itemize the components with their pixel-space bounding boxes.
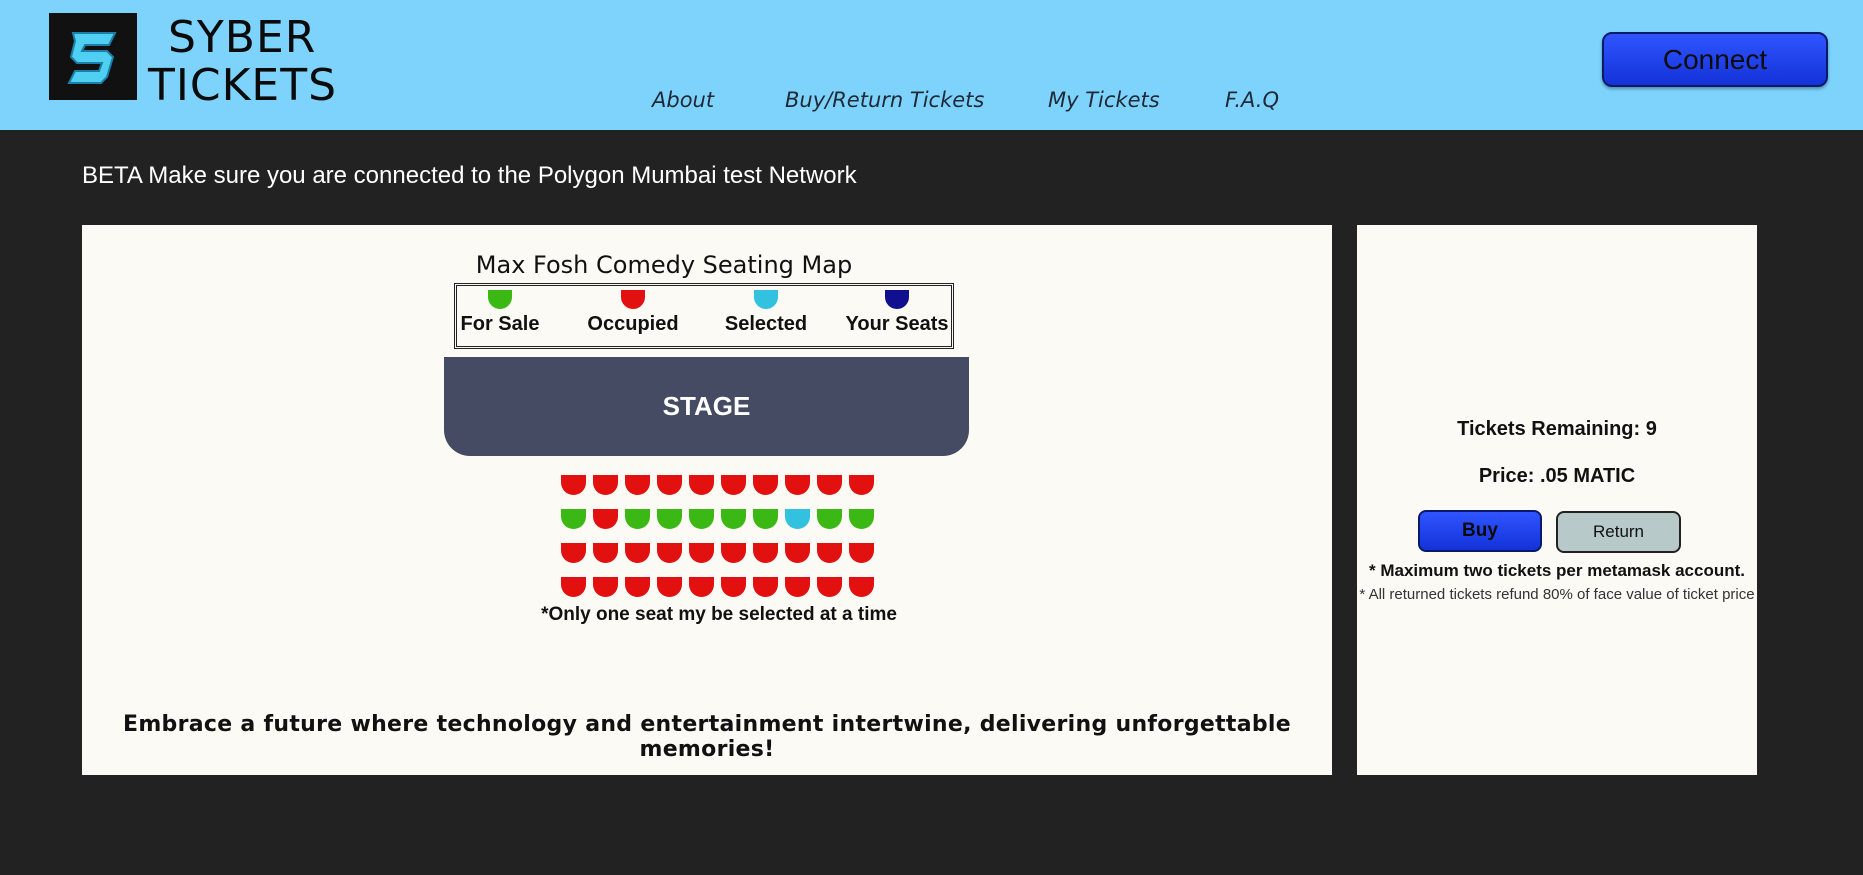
- seat-for-sale[interactable]: [689, 509, 714, 529]
- seat-occupied[interactable]: [785, 577, 810, 597]
- legend-your-seats-label: Your Seats: [845, 313, 949, 335]
- seat-legend: For Sale Occupied Selected Your Seats: [454, 283, 954, 349]
- seat-for-sale[interactable]: [721, 509, 746, 529]
- seat-occupied[interactable]: [689, 475, 714, 495]
- tagline: Embrace a future where technology and en…: [122, 712, 1291, 762]
- seating-map-title: Max Fosh Comedy Seating Map: [82, 251, 1332, 279]
- legend-your-seats-icon: [885, 290, 909, 309]
- seat-row: [561, 475, 881, 509]
- legend-selected: Selected: [720, 290, 812, 336]
- refund-note: * All returned tickets refund 80% of fac…: [1359, 586, 1755, 603]
- seat-occupied[interactable]: [657, 475, 682, 495]
- seat-row: [561, 543, 881, 577]
- seat-occupied[interactable]: [625, 475, 650, 495]
- seating-map-title-text: Max Fosh Comedy Seating Map: [475, 251, 853, 279]
- seat-selected[interactable]: [785, 509, 810, 529]
- legend-occupied-label: Occupied: [587, 313, 679, 335]
- brand-line-1: SYBER: [168, 12, 317, 63]
- seat-occupied[interactable]: [561, 543, 586, 563]
- seat-occupied[interactable]: [561, 475, 586, 495]
- seat-occupied[interactable]: [753, 577, 778, 597]
- return-button[interactable]: Return: [1556, 511, 1681, 553]
- seating-map-panel: Max Fosh Comedy Seating Map For Sale Occ…: [82, 225, 1332, 775]
- seat-occupied[interactable]: [817, 475, 842, 495]
- legend-your-seats: Your Seats: [842, 290, 952, 336]
- seat-for-sale[interactable]: [561, 509, 586, 529]
- seat-occupied[interactable]: [849, 543, 874, 563]
- seat-occupied[interactable]: [785, 475, 810, 495]
- connect-wallet-button[interactable]: Connect: [1602, 32, 1828, 87]
- legend-selected-icon: [754, 290, 778, 309]
- seat-selection-note: *Only one seat my be selected at a time: [82, 604, 1332, 626]
- max-tickets-note: * Maximum two tickets per metamask accou…: [1368, 561, 1746, 580]
- seat-occupied[interactable]: [721, 475, 746, 495]
- seat-row: [561, 509, 881, 543]
- legend-selected-label: Selected: [724, 313, 808, 335]
- seat-for-sale[interactable]: [817, 509, 842, 529]
- seat-for-sale[interactable]: [849, 509, 874, 529]
- seat-occupied[interactable]: [721, 543, 746, 563]
- legend-for-sale-icon: [488, 290, 512, 309]
- seat-occupied[interactable]: [657, 577, 682, 597]
- syber-logo-icon[interactable]: [49, 13, 137, 100]
- stage: STAGE: [444, 357, 969, 456]
- seat-occupied[interactable]: [689, 543, 714, 563]
- seat-occupied[interactable]: [817, 543, 842, 563]
- tickets-remaining: Tickets Remaining: 9: [1457, 418, 1657, 440]
- buy-button[interactable]: Buy: [1418, 510, 1542, 552]
- seat-occupied[interactable]: [625, 543, 650, 563]
- seat-occupied[interactable]: [753, 475, 778, 495]
- seat-occupied[interactable]: [593, 577, 618, 597]
- top-header: SYBER TICKETS About Buy/Return Tickets M…: [0, 0, 1863, 130]
- seat-occupied[interactable]: [849, 577, 874, 597]
- seat-occupied[interactable]: [721, 577, 746, 597]
- nav-buy-return-tickets[interactable]: Buy/Return Tickets: [785, 88, 984, 112]
- legend-for-sale-label: For Sale: [460, 313, 540, 335]
- ticket-price: Price: .05 MATIC: [1478, 465, 1636, 487]
- seat-for-sale[interactable]: [657, 509, 682, 529]
- nav-my-tickets[interactable]: My Tickets: [1048, 88, 1160, 112]
- seat-occupied[interactable]: [625, 577, 650, 597]
- seat-occupied[interactable]: [849, 475, 874, 495]
- nav-about[interactable]: About: [652, 88, 714, 112]
- beta-network-notice: BETA Make sure you are connected to the …: [82, 162, 857, 189]
- legend-occupied: Occupied: [581, 290, 685, 336]
- seat-occupied[interactable]: [689, 577, 714, 597]
- legend-for-sale: For Sale: [457, 290, 543, 336]
- nav-faq[interactable]: F.A.Q: [1225, 88, 1279, 112]
- seat-for-sale[interactable]: [625, 509, 650, 529]
- seat-grid: [561, 475, 881, 611]
- seat-for-sale[interactable]: [753, 509, 778, 529]
- seat-occupied[interactable]: [593, 475, 618, 495]
- seat-occupied[interactable]: [785, 543, 810, 563]
- purchase-panel: Tickets Remaining: 9 Price: .05 MATIC Bu…: [1357, 225, 1757, 775]
- seat-occupied[interactable]: [657, 543, 682, 563]
- seat-occupied[interactable]: [753, 543, 778, 563]
- seat-occupied[interactable]: [817, 577, 842, 597]
- seat-occupied[interactable]: [593, 509, 618, 529]
- seat-occupied[interactable]: [561, 577, 586, 597]
- seat-occupied[interactable]: [593, 543, 618, 563]
- legend-occupied-icon: [621, 290, 645, 309]
- main-nav: About Buy/Return Tickets My Tickets F.A.…: [0, 88, 1863, 118]
- seat-selection-note-text: *Only one seat my be selected at a time: [541, 604, 897, 625]
